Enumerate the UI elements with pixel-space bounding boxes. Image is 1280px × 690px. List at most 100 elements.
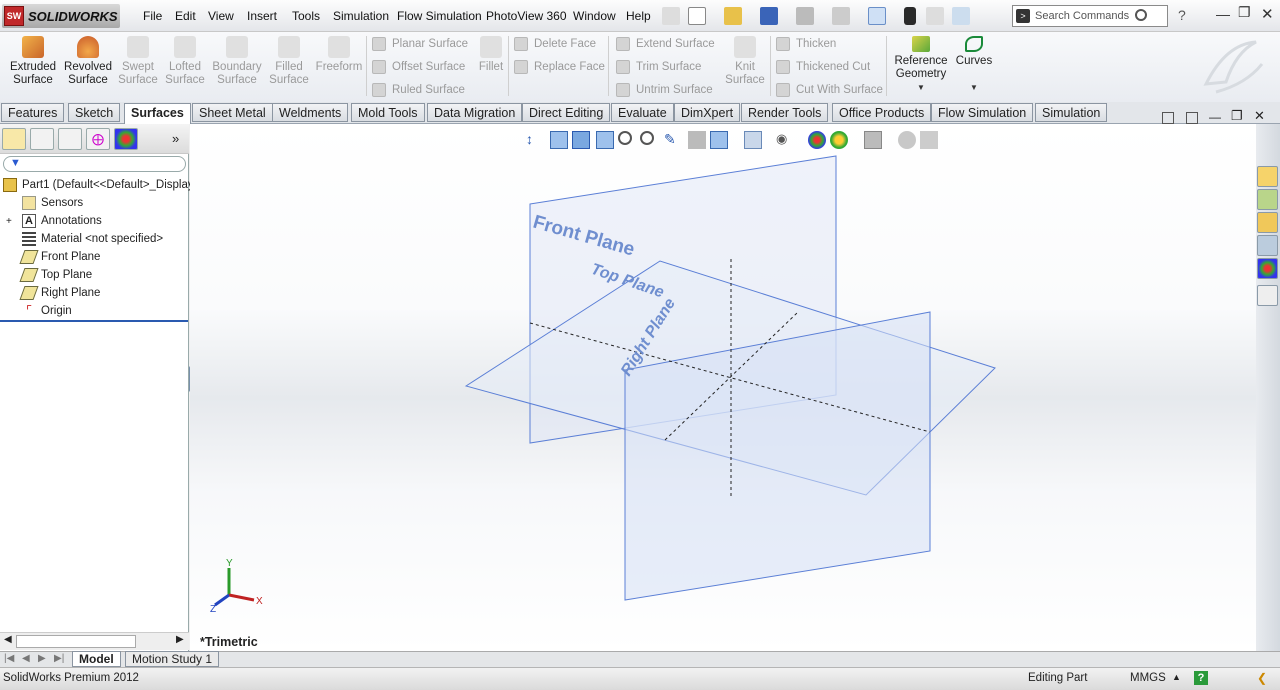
reference-geometry-button[interactable]: Reference Geometry ▼ bbox=[892, 36, 950, 94]
thicken-button[interactable]: Thicken bbox=[776, 34, 836, 54]
menu-file[interactable]: File bbox=[143, 9, 162, 23]
new-document-icon[interactable] bbox=[688, 7, 706, 25]
print-icon[interactable] bbox=[796, 7, 814, 25]
tab-evaluate[interactable]: Evaluate bbox=[611, 103, 674, 122]
design-library-icon[interactable] bbox=[1257, 189, 1278, 210]
apply-scene-icon[interactable] bbox=[830, 131, 848, 149]
tree-item-top-plane[interactable]: Top Plane bbox=[19, 266, 92, 284]
tab-model[interactable]: Model bbox=[72, 651, 121, 667]
offset-surface-button[interactable]: Offset Surface bbox=[372, 57, 465, 77]
undo-icon[interactable] bbox=[832, 7, 850, 25]
save-icon[interactable] bbox=[760, 7, 778, 25]
view-orientation-icon[interactable] bbox=[710, 131, 728, 149]
delete-face-button[interactable]: Delete Face bbox=[514, 34, 596, 54]
scroll-first-icon[interactable]: |◀ bbox=[4, 653, 14, 664]
rollback-bar[interactable] bbox=[0, 320, 188, 322]
horizontal-scrollbar[interactable]: ◀ ▶ bbox=[0, 632, 189, 650]
search-input[interactable]: Search Commands bbox=[1035, 10, 1129, 22]
section-view-icon[interactable]: ✎ bbox=[664, 131, 682, 149]
tab-office-products[interactable]: Office Products bbox=[832, 103, 932, 122]
scroll-right-icon[interactable]: ▶ bbox=[176, 634, 184, 645]
expand-annotations-icon[interactable]: + bbox=[6, 216, 12, 227]
scroll-left-icon[interactable]: ◀ bbox=[4, 634, 12, 645]
zoom-icon[interactable] bbox=[618, 131, 632, 145]
freeform-button[interactable]: Freeform bbox=[314, 36, 364, 74]
quick-tips-icon[interactable]: ? bbox=[1194, 671, 1208, 685]
options-icon[interactable] bbox=[952, 7, 970, 25]
menu-help[interactable]: Help bbox=[626, 9, 651, 23]
boundary-surface-button[interactable]: Boundary Surface bbox=[210, 36, 264, 87]
select-arrow-icon[interactable] bbox=[868, 7, 886, 25]
tab-dimxpert[interactable]: DimXpert bbox=[674, 103, 741, 122]
zoom-area-icon[interactable] bbox=[640, 131, 654, 145]
view-settings-icon[interactable] bbox=[864, 131, 882, 149]
photoview-icon[interactable] bbox=[920, 131, 938, 149]
units-menu-icon[interactable]: ▲ bbox=[1172, 672, 1181, 682]
scroll-thumb[interactable] bbox=[16, 635, 136, 648]
planar-surface-button[interactable]: Planar Surface bbox=[372, 34, 468, 54]
tree-item-material[interactable]: Material <not specified> bbox=[22, 230, 163, 248]
zoom-to-fit-icon[interactable] bbox=[550, 131, 568, 149]
restore-icon[interactable]: ❐ bbox=[1238, 4, 1251, 21]
tree-filter[interactable]: ▼ bbox=[3, 156, 186, 172]
trim-surface-button[interactable]: Trim Surface bbox=[616, 57, 701, 77]
status-expand-icon[interactable]: ❮ bbox=[1257, 671, 1267, 685]
fillet-button[interactable]: Fillet bbox=[474, 36, 508, 74]
unit-system[interactable]: MMGS bbox=[1130, 672, 1166, 684]
tree-item-origin[interactable]: ⌜ Origin bbox=[22, 302, 72, 320]
menu-flow-simulation[interactable]: Flow Simulation bbox=[397, 9, 482, 23]
appearances-scenes-icon[interactable] bbox=[1257, 258, 1278, 279]
zoom-to-area-icon[interactable] bbox=[572, 131, 590, 149]
tree-item-right-plane[interactable]: Right Plane bbox=[19, 284, 100, 302]
cut-with-surface-button[interactable]: Cut With Surface bbox=[776, 80, 883, 100]
replace-face-button[interactable]: Replace Face bbox=[514, 57, 605, 77]
menu-photoview[interactable]: PhotoView 360 bbox=[486, 9, 567, 23]
thickened-cut-button[interactable]: Thickened Cut bbox=[776, 57, 870, 77]
display-style-icon[interactable] bbox=[744, 131, 762, 149]
tab-render-tools[interactable]: Render Tools bbox=[741, 103, 829, 122]
tab-mold-tools[interactable]: Mold Tools bbox=[351, 103, 425, 122]
tab-data-migration[interactable]: Data Migration bbox=[427, 103, 523, 122]
scroll-prev-icon[interactable]: ◀ bbox=[22, 653, 30, 664]
tree-item-sensors[interactable]: Sensors bbox=[22, 194, 83, 212]
tab-direct-editing[interactable]: Direct Editing bbox=[522, 103, 611, 122]
tab-sketch[interactable]: Sketch bbox=[68, 103, 121, 122]
dimxpert-manager-tab-icon[interactable]: ⨁ bbox=[86, 128, 110, 150]
feature-tree-tab-icon[interactable] bbox=[2, 128, 26, 150]
untrim-surface-button[interactable]: Untrim Surface bbox=[616, 80, 713, 100]
custom-properties-icon[interactable] bbox=[1257, 285, 1278, 306]
previous-view-icon[interactable]: ↕ bbox=[526, 131, 544, 149]
doc-close-icon[interactable]: ✕ bbox=[1254, 108, 1265, 124]
doc-restore-icon[interactable]: ❐ bbox=[1231, 108, 1243, 124]
solidworks-resources-icon[interactable] bbox=[1257, 166, 1278, 187]
menu-insert[interactable]: Insert bbox=[247, 9, 277, 23]
tab-features[interactable]: Features bbox=[1, 103, 65, 122]
ruled-surface-button[interactable]: Ruled Surface bbox=[372, 80, 465, 100]
tree-item-front-plane[interactable]: Front Plane bbox=[19, 248, 100, 266]
scroll-last-icon[interactable]: ▶| bbox=[54, 653, 64, 664]
lofted-surface-button[interactable]: Lofted Surface bbox=[162, 36, 208, 87]
configuration-manager-tab-icon[interactable] bbox=[58, 128, 82, 150]
menu-simulation[interactable]: Simulation bbox=[333, 9, 389, 23]
tile-vertical-icon[interactable] bbox=[1186, 112, 1198, 124]
scroll-next-icon[interactable]: ▶ bbox=[38, 653, 46, 664]
extruded-surface-button[interactable]: Extruded Surface bbox=[8, 36, 58, 87]
property-manager-tab-icon[interactable] bbox=[30, 128, 54, 150]
menu-window[interactable]: Window bbox=[573, 9, 616, 23]
tab-simulation[interactable]: Simulation bbox=[1035, 103, 1108, 122]
tree-item-annotations[interactable]: A Annotations bbox=[22, 212, 102, 230]
extend-surface-button[interactable]: Extend Surface bbox=[616, 34, 715, 54]
doc-minimize-icon[interactable]: — bbox=[1209, 110, 1221, 124]
dynamic-annotation-icon[interactable] bbox=[688, 131, 706, 149]
rebuild-icon[interactable] bbox=[904, 7, 916, 25]
knit-surface-button[interactable]: Knit Surface bbox=[722, 36, 768, 87]
tab-sheet-metal[interactable]: Sheet Metal bbox=[192, 103, 273, 122]
hide-show-items-icon[interactable]: ◉ bbox=[776, 131, 794, 149]
tab-weldments[interactable]: Weldments bbox=[272, 103, 349, 122]
realview-icon[interactable] bbox=[898, 131, 916, 149]
file-properties-icon[interactable] bbox=[926, 7, 944, 25]
tile-horizontal-icon[interactable] bbox=[1162, 112, 1174, 124]
edit-appearance-icon[interactable] bbox=[808, 131, 826, 149]
tab-surfaces[interactable]: Surfaces bbox=[124, 103, 191, 124]
view-palette-icon[interactable] bbox=[1257, 235, 1278, 256]
